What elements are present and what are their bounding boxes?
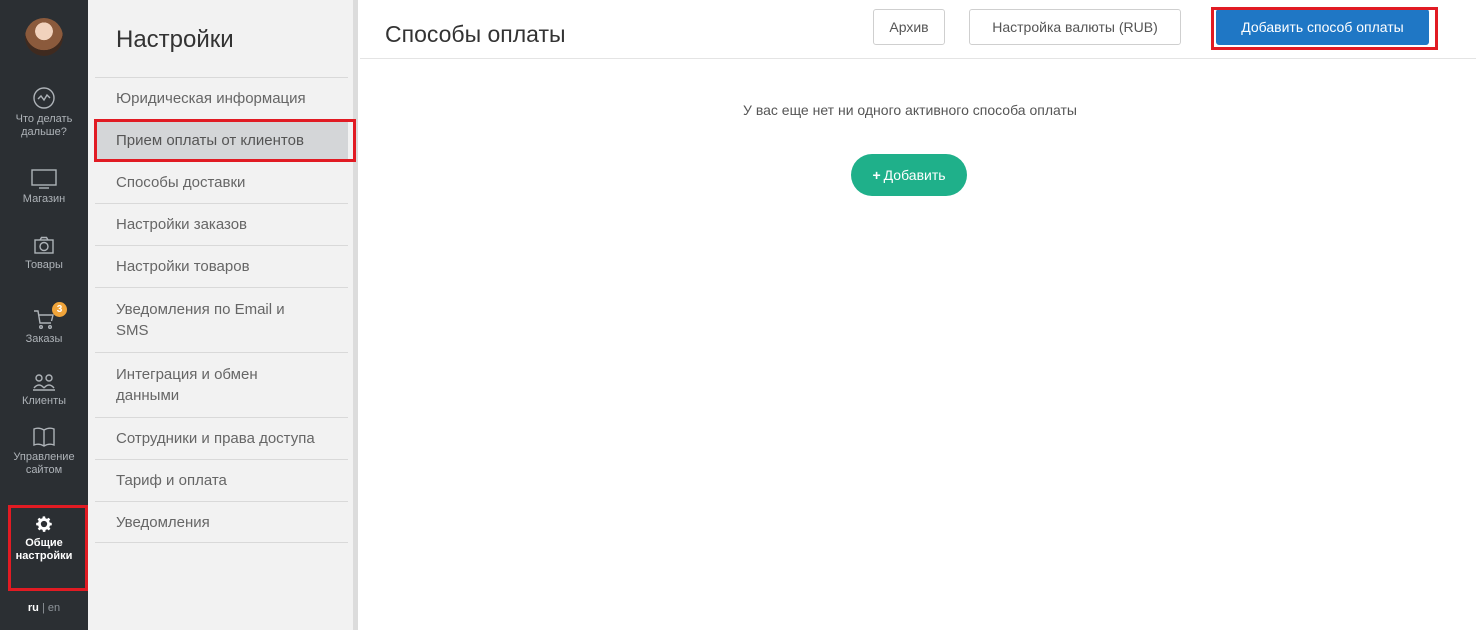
add-button[interactable]: + Добавить — [851, 154, 967, 196]
sidebar-item-notifications[interactable]: Уведомления — [95, 501, 348, 543]
monitor-icon — [31, 169, 57, 189]
archive-button[interactable]: Архив — [873, 9, 945, 45]
sidebar-item-order-settings[interactable]: Настройки заказов — [95, 203, 348, 245]
gear-icon — [36, 516, 52, 532]
settings-sidebar: Настройки Юридическая информация Прием о… — [88, 0, 358, 630]
sidebar-title: Настройки — [116, 26, 234, 53]
nav-item-label: Заказы — [25, 333, 63, 345]
nav-item-label: Управление сайтом — [13, 451, 75, 476]
sidebar-item-email-sms-notifications[interactable]: Уведомления по Email и SMS — [95, 287, 348, 352]
sidebar-item-legal-info[interactable]: Юридическая информация — [95, 77, 348, 119]
lang-en-link[interactable]: en — [48, 602, 60, 614]
app-window: Что делать дальше? Магазин Товары 3 Зака… — [0, 0, 1476, 630]
book-icon — [33, 427, 55, 447]
nav-item-next-steps[interactable]: Что делать дальше? — [0, 86, 88, 139]
sidebar-item-product-settings[interactable]: Настройки товаров — [95, 245, 348, 287]
orders-count-badge: 3 — [52, 302, 67, 317]
lang-ru-link[interactable]: ru — [28, 602, 39, 614]
sidebar-item-tariff-payment[interactable]: Тариф и оплата — [95, 459, 348, 501]
users-icon — [33, 374, 55, 391]
add-button-label: Добавить — [883, 167, 946, 183]
avatar[interactable] — [25, 18, 63, 56]
empty-state-message: У вас еще нет ни одного активного способ… — [743, 102, 1077, 118]
nav-item-label: Магазин — [22, 193, 66, 205]
compass-icon — [33, 87, 55, 109]
nav-item-store[interactable]: Магазин — [0, 168, 88, 206]
lang-separator: | — [41, 602, 45, 614]
add-payment-method-button[interactable]: Добавить способ оплаты — [1216, 9, 1429, 45]
nav-item-general-settings[interactable]: Общие настройки — [0, 514, 88, 563]
nav-item-label: Общие настройки — [15, 537, 73, 562]
nav-item-customers[interactable]: Клиенты — [0, 372, 88, 408]
plus-icon: + — [872, 167, 881, 183]
sidebar-item-staff-access[interactable]: Сотрудники и права доступа — [95, 417, 348, 459]
page-title: Способы оплаты — [385, 21, 566, 47]
currency-settings-button[interactable]: Настройка валюты (RUB) — [969, 9, 1181, 45]
nav-item-orders[interactable]: 3 Заказы — [0, 302, 88, 346]
main-header: Способы оплаты Архив Настройка валюты (R… — [360, 9, 1476, 59]
sidebar-item-integration[interactable]: Интеграция и обмен данными — [95, 352, 348, 417]
settings-menu: Юридическая информация Прием оплаты от к… — [95, 77, 348, 543]
nav-item-products[interactable]: Товары — [0, 236, 88, 272]
nav-item-label: Клиенты — [21, 395, 67, 407]
language-switcher: ru | en — [0, 602, 88, 614]
nav-item-site-management[interactable]: Управление сайтом — [0, 426, 88, 477]
main-nav-rail: Что делать дальше? Магазин Товары 3 Зака… — [0, 0, 88, 630]
nav-item-label: Что делать дальше? — [15, 113, 73, 138]
camera-icon — [34, 236, 54, 254]
nav-item-label: Товары — [25, 259, 63, 271]
sidebar-item-payment-acceptance[interactable]: Прием оплаты от клиентов — [95, 119, 348, 161]
sidebar-item-delivery-methods[interactable]: Способы доставки — [95, 161, 348, 203]
